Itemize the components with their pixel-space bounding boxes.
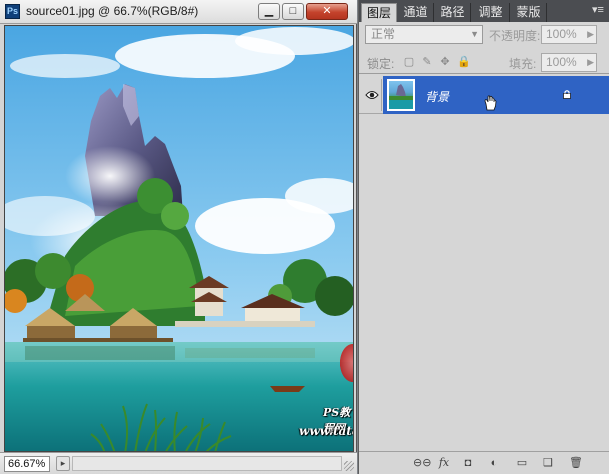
opacity-label: 不透明度: (489, 29, 541, 43)
resize-grip[interactable] (344, 461, 354, 471)
chevron-right-icon[interactable]: ▶ (587, 26, 594, 43)
new-layer-icon[interactable]: ❑ (539, 455, 557, 471)
layer-row-background[interactable]: 背景 (359, 76, 609, 114)
document-title: source01.jpg @ 66.7%(RGB/8#) (26, 4, 199, 18)
tab-paths[interactable]: 路径 (435, 3, 471, 22)
horizontal-scrollbar[interactable] (72, 456, 342, 471)
landscape-image (5, 26, 353, 451)
document-status-bar: 66.67% ▸ (0, 452, 357, 474)
chevron-down-icon: ▼ (470, 29, 479, 39)
layer-lock-icon (563, 90, 571, 99)
fill-value: 100% (546, 55, 577, 69)
link-icon[interactable]: ⊖⊖ (413, 455, 431, 471)
photoshop-window: Ps source01.jpg @ 66.7%(RGB/8#) ▁ □ ✕ PS… (0, 0, 609, 474)
lock-transparent-pixels-icon[interactable]: ▢ (403, 56, 415, 68)
fill-label: 填充: (509, 57, 537, 71)
lock-fill-row: 锁定: ▢ ✎ ✥ 🔒 填充: 100% ▶ (359, 50, 609, 74)
chevron-right-icon[interactable]: ▶ (587, 54, 594, 71)
tab-layers[interactable]: 图层 (361, 3, 397, 22)
lock-all-icon[interactable]: 🔒 (457, 56, 471, 68)
trash-icon[interactable]: 🗑 (567, 455, 585, 471)
layer-thumbnail-image (389, 84, 413, 109)
panel-footer: ⊖⊖ fx ◘ ◐ ▭ ❑ 🗑 (359, 451, 609, 474)
status-info-button[interactable]: ▸ (56, 456, 70, 471)
minimize-button[interactable]: ▁ (258, 3, 280, 20)
fill-field[interactable]: 100% ▶ (541, 53, 597, 72)
url-watermark: www.tata580.com (299, 424, 353, 438)
panel-tab-bar: 图层 通道 路径 调整 蒙版 ▾≡ (359, 0, 609, 22)
eye-icon (365, 91, 379, 99)
layer-selected-highlight[interactable]: 背景 (383, 76, 609, 114)
fx-icon[interactable]: fx (435, 455, 453, 471)
tab-channels[interactable]: 通道 (398, 3, 434, 22)
document-titlebar[interactable]: Ps source01.jpg @ 66.7%(RGB/8#) ▁ □ ✕ (0, 0, 357, 24)
layer-name[interactable]: 背景 (425, 88, 449, 105)
layer-visibility-toggle[interactable] (362, 79, 382, 111)
lock-position-icon[interactable]: ✥ (439, 56, 451, 68)
tab-adjustments[interactable]: 调整 (472, 3, 510, 22)
mask-icon[interactable]: ◘ (459, 455, 477, 471)
panel-menu-icon[interactable]: ▾≡ (589, 3, 607, 19)
layer-thumbnail (387, 79, 415, 111)
layers-panel: 图层 通道 路径 调整 蒙版 ▾≡ 正常 ▼ 不透明度: 100% ▶ 锁定: … (358, 0, 609, 474)
group-icon[interactable]: ▭ (513, 455, 531, 471)
adjustment-icon[interactable]: ◐ (485, 455, 503, 471)
photoshop-app-icon: Ps (5, 4, 20, 19)
document-window: Ps source01.jpg @ 66.7%(RGB/8#) ▁ □ ✕ PS… (0, 0, 357, 474)
opacity-value: 100% (546, 27, 577, 41)
red-seal-stamp (340, 344, 353, 382)
blend-opacity-row: 正常 ▼ 不透明度: 100% ▶ (359, 22, 609, 48)
opacity-field[interactable]: 100% ▶ (541, 25, 597, 44)
lock-image-pixels-icon[interactable]: ✎ (421, 56, 433, 68)
blend-mode-select[interactable]: 正常 ▼ (365, 25, 483, 44)
layer-list[interactable]: 背景 (359, 75, 609, 450)
image-canvas[interactable]: 他 她 我 帮 你 PS教程网 www.tata580.com (4, 25, 354, 452)
close-button[interactable]: ✕ (306, 3, 348, 20)
hand-cursor-icon (484, 95, 497, 111)
zoom-level-field[interactable]: 66.67% (4, 456, 50, 472)
tab-masks[interactable]: 蒙版 (511, 3, 547, 22)
maximize-button[interactable]: □ (282, 3, 304, 20)
blend-mode-value: 正常 (371, 27, 396, 41)
lock-label: 锁定: (367, 57, 395, 71)
